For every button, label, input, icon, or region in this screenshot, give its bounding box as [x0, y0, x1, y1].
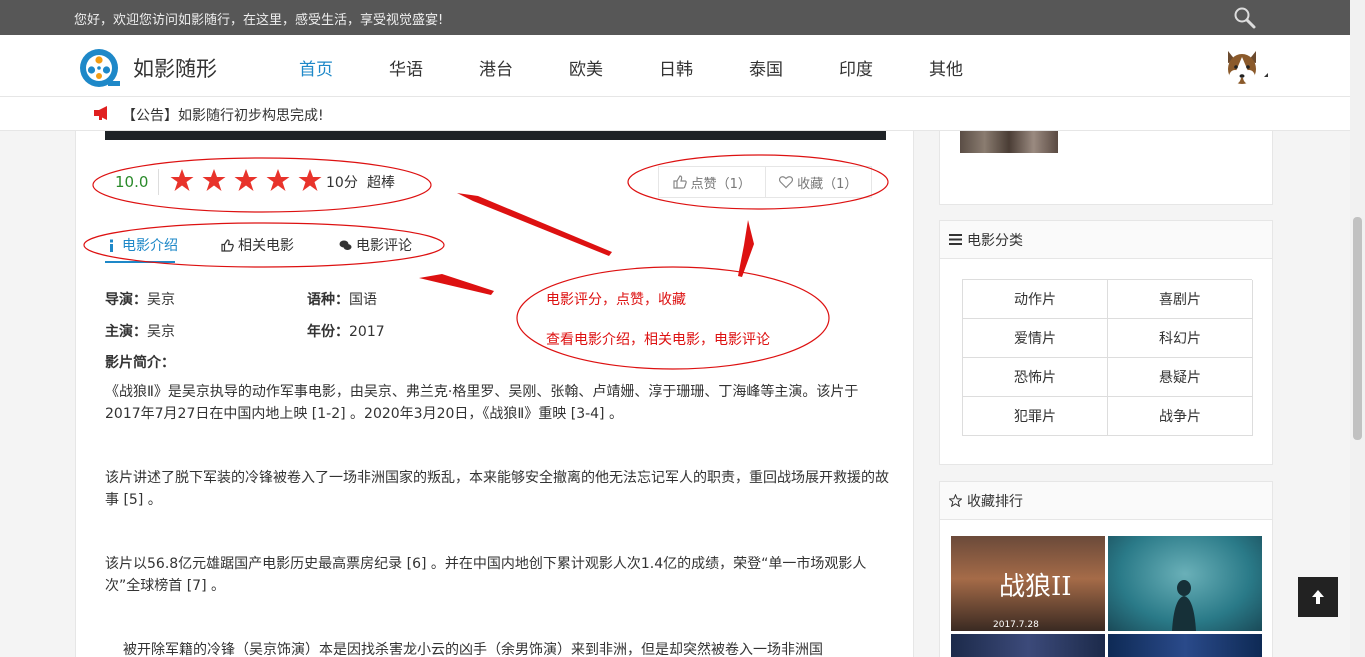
site-brand-name[interactable]: 如影随形: [133, 53, 217, 83]
category-grid: 动作片 喜剧片 爱情片 科幻片 恐怖片 悬疑片 犯罪片 战争片: [962, 279, 1253, 436]
user-avatar[interactable]: [1224, 47, 1260, 87]
rating-score-text: 10分: [326, 175, 358, 191]
movie-thumbnail[interactable]: [960, 131, 1058, 153]
welcome-text: 您好，欢迎您访问如影随行，在这里，感受生活，享受视觉盛宴!: [74, 13, 444, 28]
main-navbar: 如影随形 首页 华语 港台 欧美 日韩 泰国 印度 其他: [0, 35, 1350, 97]
ranking-poster-1[interactable]: 战狼II 2017.7.28: [951, 536, 1105, 631]
related-movie-card: [939, 131, 1273, 205]
year-label: 年份：: [307, 324, 349, 340]
category-romance[interactable]: 爱情片: [963, 319, 1108, 358]
nav-item-chinese[interactable]: 华语: [389, 55, 423, 80]
nav-item-thai[interactable]: 泰国: [749, 55, 783, 80]
synopsis-paragraph: 该片讲述了脱下军装的冷锋被卷入了一场非洲国家的叛乱，本来能够安全撤离的他无法忘记…: [105, 470, 889, 508]
rating-value: 10.0: [115, 173, 149, 191]
page-scrollbar[interactable]: [1350, 0, 1365, 657]
language-row: 语种：国语: [307, 289, 377, 309]
synopsis-label: 影片简介：: [105, 355, 175, 371]
category-crime[interactable]: 犯罪片: [963, 397, 1108, 436]
tab-related-label: 相关电影: [238, 238, 294, 254]
category-panel-header: 电影分类: [940, 221, 1272, 259]
category-panel-title: 电影分类: [967, 232, 1023, 249]
ranking-poster-3[interactable]: [951, 634, 1105, 657]
category-scifi[interactable]: 科幻片: [1108, 319, 1253, 358]
category-war[interactable]: 战争片: [1108, 397, 1253, 436]
synopsis-heading: 影片简介：: [105, 352, 175, 372]
star-icon[interactable]: [234, 168, 258, 192]
tab-related[interactable]: 相关电影: [221, 235, 294, 255]
divider: [158, 169, 159, 195]
list-icon: [949, 234, 962, 245]
video-player[interactable]: [105, 131, 886, 140]
movie-detail-panel: 10.0 10分 超棒 点赞（1） 收藏（1） 电影介绍 相关电影 电影评论 导…: [75, 131, 914, 657]
poster-title: 战狼II: [999, 572, 1072, 602]
year-value: 2017: [349, 324, 385, 340]
action-buttons: 点赞（1） 收藏（1）: [658, 166, 872, 198]
language-label: 语种：: [307, 292, 349, 308]
synopsis-paragraph: 该片以56.8亿元雄踞国产电影历史最高票房纪录 [6] 。并在中国内地创下累计观…: [105, 556, 867, 594]
year-row: 年份：2017: [307, 321, 385, 341]
star-icon[interactable]: [266, 168, 290, 192]
info-icon: [110, 239, 113, 252]
actor-label: 主演：: [105, 324, 147, 340]
comments-icon: [339, 240, 352, 250]
ranking-panel-header: 收藏排行: [940, 482, 1272, 520]
active-tab-indicator: [105, 261, 175, 263]
synopsis-paragraph: 被开除军籍的冷锋（吴京饰演）本是因找杀害龙小云的凶手（余男饰演）来到非洲，但是却…: [123, 642, 823, 657]
annotation-text-tabs: 查看电影介绍，相关电影，电影评论: [546, 332, 770, 348]
rating-word: 超棒: [367, 175, 395, 191]
arrow-up-icon: [1312, 590, 1324, 604]
category-horror[interactable]: 恐怖片: [963, 358, 1108, 397]
collection-ranking-panel: 收藏排行 战狼II 2017.7.28: [939, 481, 1273, 657]
diver-figure-icon: [1172, 580, 1196, 631]
thumbs-up-icon: [673, 175, 687, 189]
language-value: 国语: [349, 292, 377, 308]
collect-label: 收藏（1）: [797, 176, 858, 192]
star-icon[interactable]: [298, 168, 322, 192]
annotation-text-rating: 电影评分，点赞，收藏: [546, 292, 686, 308]
heart-icon: [779, 176, 794, 189]
tab-comments-label: 电影评论: [356, 238, 412, 254]
director-value: 吴京: [147, 292, 175, 308]
category-action[interactable]: 动作片: [963, 280, 1108, 319]
tab-comments[interactable]: 电影评论: [339, 235, 412, 255]
synopsis-paragraph: 《战狼Ⅱ》是吴京执导的动作军事电影，由吴京、弗兰克·格里罗、吴刚、张翰、卢靖姗、…: [105, 384, 859, 422]
like-label: 点赞（1）: [690, 176, 751, 192]
actor-row: 主演：吴京: [105, 321, 175, 341]
search-icon[interactable]: [1232, 5, 1258, 31]
nav-item-other[interactable]: 其他: [929, 55, 963, 80]
actor-value: 吴京: [147, 324, 175, 340]
ranking-poster-4[interactable]: [1108, 634, 1262, 657]
thumbs-up-icon: [221, 238, 234, 252]
nav-item-western[interactable]: 欧美: [569, 55, 603, 80]
category-panel: 电影分类 动作片 喜剧片 爱情片 科幻片 恐怖片 悬疑片 犯罪片 战争片: [939, 220, 1273, 465]
nav-item-hk-tw[interactable]: 港台: [479, 55, 513, 80]
like-button[interactable]: 点赞（1）: [659, 167, 765, 197]
star-icon[interactable]: [170, 168, 194, 192]
category-mystery[interactable]: 悬疑片: [1108, 358, 1253, 397]
director-label: 导演：: [105, 292, 147, 308]
star-rating[interactable]: [170, 168, 322, 192]
category-comedy[interactable]: 喜剧片: [1108, 280, 1253, 319]
collect-button[interactable]: 收藏（1）: [764, 167, 872, 197]
star-icon[interactable]: [202, 168, 226, 192]
director-row: 导演：吴京: [105, 289, 175, 309]
tab-intro-label: 电影介绍: [122, 238, 178, 254]
nav-item-jp-kr[interactable]: 日韩: [659, 55, 693, 80]
scrollbar-thumb[interactable]: [1353, 217, 1362, 440]
avatar-dropdown-caret-icon[interactable]: [1264, 73, 1268, 77]
notice-bar: 【公告】如影随行初步构思完成!: [0, 97, 1350, 131]
film-reel-logo-icon[interactable]: [78, 47, 120, 89]
nav-item-home[interactable]: 首页: [299, 55, 333, 80]
tab-intro[interactable]: 电影介绍: [105, 235, 178, 255]
top-bar: 您好，欢迎您访问如影随行，在这里，感受生活，享受视觉盛宴!: [0, 0, 1350, 35]
ranking-poster-2[interactable]: [1108, 536, 1262, 631]
ranking-panel-title: 收藏排行: [967, 493, 1023, 510]
nav-item-india[interactable]: 印度: [839, 55, 873, 80]
megaphone-icon: [94, 106, 107, 120]
star-outline-icon: [949, 494, 962, 507]
back-to-top-button[interactable]: [1298, 577, 1338, 617]
notice-text[interactable]: 【公告】如影随行初步构思完成!: [122, 105, 324, 125]
poster-date: 2017.7.28: [993, 620, 1039, 630]
